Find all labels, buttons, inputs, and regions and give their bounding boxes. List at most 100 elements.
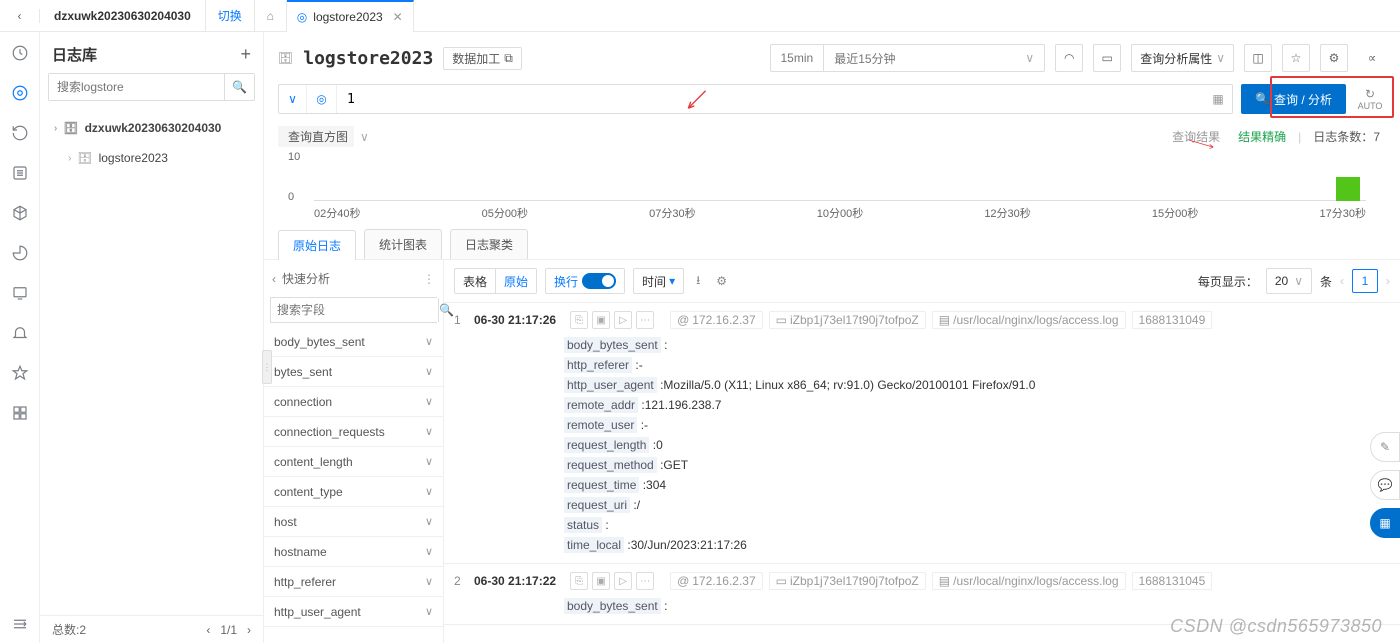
qa-field-item[interactable]: http_user_agent∨ — [264, 597, 443, 627]
time-dropdown[interactable]: 时间 ▾ — [633, 268, 684, 294]
time-range-selector[interactable]: 15min 最近15分钟∨ — [770, 44, 1046, 72]
qa-field-item[interactable]: content_length∨ — [264, 447, 443, 477]
log-key[interactable]: time_local — [564, 537, 624, 553]
log-key[interactable]: body_bytes_sent — [564, 598, 661, 614]
log-key[interactable]: http_referer — [564, 357, 632, 373]
close-icon[interactable]: ✕ — [393, 10, 403, 24]
log-key[interactable]: remote_addr — [564, 397, 638, 413]
meta-host[interactable]: ▭iZbp1j73el17t90j7tofpoZ — [769, 572, 926, 590]
meta-offset[interactable]: 1688131045 — [1132, 572, 1213, 590]
expand-query-icon[interactable]: ∨ — [279, 85, 307, 113]
play-icon[interactable]: ▷ — [614, 311, 632, 329]
back-button[interactable]: ‹ — [0, 9, 40, 23]
time-quick[interactable]: 15min — [771, 45, 825, 71]
search-input[interactable] — [49, 74, 224, 100]
copy-icon[interactable]: ⎘ — [570, 311, 588, 329]
monitor-icon[interactable] — [11, 284, 29, 302]
play-icon[interactable]: ▷ — [614, 572, 632, 590]
view-table[interactable]: 表格 — [455, 269, 496, 293]
next-page[interactable]: › — [1386, 274, 1390, 288]
target-icon[interactable] — [11, 84, 29, 102]
download-icon[interactable]: ⭳ — [692, 271, 704, 292]
add-icon[interactable]: + — [240, 44, 251, 65]
tab-raw-log[interactable]: 原始日志 — [278, 230, 356, 260]
gear-icon[interactable]: ⚙ — [1320, 44, 1348, 72]
log-key[interactable]: request_time — [564, 477, 639, 493]
meta-host[interactable]: ▭iZbp1j73el17t90j7tofpoZ — [769, 311, 926, 329]
data-processing-tag[interactable]: 数据加工 ⧉ — [443, 47, 522, 70]
refresh-icon[interactable] — [11, 124, 29, 142]
gauge-icon[interactable]: ◠ — [1055, 44, 1083, 72]
alert-icon[interactable]: ◫ — [1244, 44, 1272, 72]
edit-fab[interactable]: ✎ — [1370, 432, 1400, 462]
tree-item-logstore[interactable]: › 🗄 logstore2023 — [40, 143, 263, 173]
drag-handle[interactable]: ⋮ — [262, 350, 272, 384]
view-mode-toggle[interactable]: 表格 原始 — [454, 268, 537, 294]
save-icon[interactable]: ▭ — [1093, 44, 1121, 72]
meta-path[interactable]: ▤/usr/local/nginx/logs/access.log — [932, 572, 1126, 590]
meta-ip[interactable]: @172.16.2.37 — [670, 311, 763, 329]
more-icon[interactable]: ⋯ — [636, 311, 654, 329]
log-key[interactable]: body_bytes_sent — [564, 337, 661, 353]
pie-icon[interactable] — [11, 244, 29, 262]
qa-field-item[interactable]: body_bytes_sent∨ — [264, 327, 443, 357]
toggle-switch[interactable] — [582, 273, 616, 289]
view-raw[interactable]: 原始 — [496, 269, 536, 293]
tab-logstore[interactable]: ◎ logstore2023 ✕ — [287, 0, 414, 32]
list-icon[interactable] — [11, 164, 29, 182]
sidebar-search[interactable]: 🔍 — [48, 73, 255, 101]
tab-log-cluster[interactable]: 日志聚类 — [450, 229, 528, 259]
home-button[interactable]: ⌂ — [255, 0, 287, 32]
chevron-down-icon[interactable]: ∨ — [360, 130, 369, 144]
log-key[interactable]: request_uri — [564, 497, 630, 513]
log-key[interactable]: status — [564, 517, 602, 533]
grid-fab[interactable]: ▦ — [1370, 508, 1400, 538]
copy-icon[interactable]: ⎘ — [570, 572, 588, 590]
cube-icon[interactable] — [11, 204, 29, 222]
qa-field-item[interactable]: host∨ — [264, 507, 443, 537]
next-page[interactable]: › — [247, 623, 251, 637]
meta-ip[interactable]: @172.16.2.37 — [670, 572, 763, 590]
collapse-icon[interactable] — [11, 615, 29, 633]
qa-field-item[interactable]: connection∨ — [264, 387, 443, 417]
chat-fab[interactable]: 💬 — [1370, 470, 1400, 500]
qa-field-item[interactable]: hostname∨ — [264, 537, 443, 567]
tree-item-project[interactable]: › 🗄 dzxuwk20230630204030 — [40, 113, 263, 143]
star-icon[interactable]: ☆ — [1282, 44, 1310, 72]
qa-field-item[interactable]: bytes_sent∨ — [264, 357, 443, 387]
field-search[interactable]: 🔍 — [270, 297, 437, 323]
qa-field-item[interactable]: connection_requests∨ — [264, 417, 443, 447]
field-search-input[interactable] — [271, 298, 438, 322]
time-range[interactable]: 最近15分钟∨ — [824, 45, 1044, 71]
log-key[interactable]: request_length — [564, 437, 649, 453]
context-icon[interactable]: ▣ — [592, 311, 610, 329]
more-icon[interactable]: ⋮ — [423, 272, 435, 286]
qa-field-item[interactable]: http_referer∨ — [264, 567, 443, 597]
prev-page[interactable]: ‹ — [1340, 274, 1344, 288]
log-key[interactable]: request_method — [564, 457, 657, 473]
query-input[interactable] — [337, 92, 1204, 107]
star-icon[interactable] — [11, 364, 29, 382]
share-icon[interactable]: ∝ — [1358, 44, 1386, 72]
target-icon[interactable]: ◎ — [307, 85, 337, 113]
bell-icon[interactable] — [11, 324, 29, 342]
context-icon[interactable]: ▣ — [592, 572, 610, 590]
log-key[interactable]: remote_user — [564, 417, 637, 433]
qa-field-item[interactable]: content_type∨ — [264, 477, 443, 507]
more-icon[interactable]: ⋯ — [636, 572, 654, 590]
meta-path[interactable]: ▤/usr/local/nginx/logs/access.log — [932, 311, 1126, 329]
log-key[interactable]: http_user_agent — [564, 377, 657, 393]
grid-icon[interactable] — [11, 404, 29, 422]
analysis-attr-dropdown[interactable]: 查询分析属性 ∨ — [1131, 44, 1234, 72]
histogram-bar[interactable] — [1336, 177, 1360, 201]
meta-offset[interactable]: 1688131049 — [1132, 311, 1213, 329]
code-icon[interactable]: ▦ — [1204, 92, 1232, 106]
page-number[interactable]: 1 — [1352, 269, 1378, 293]
per-page-select[interactable]: 20 ∨ — [1266, 268, 1312, 294]
prev-page[interactable]: ‹ — [206, 623, 210, 637]
tab-stat-chart[interactable]: 统计图表 — [364, 229, 442, 259]
clock-icon[interactable] — [11, 44, 29, 62]
search-icon[interactable]: 🔍 — [224, 74, 254, 100]
switch-project[interactable]: 切换 — [206, 0, 255, 32]
chevron-left-icon[interactable]: ‹ — [272, 272, 276, 286]
